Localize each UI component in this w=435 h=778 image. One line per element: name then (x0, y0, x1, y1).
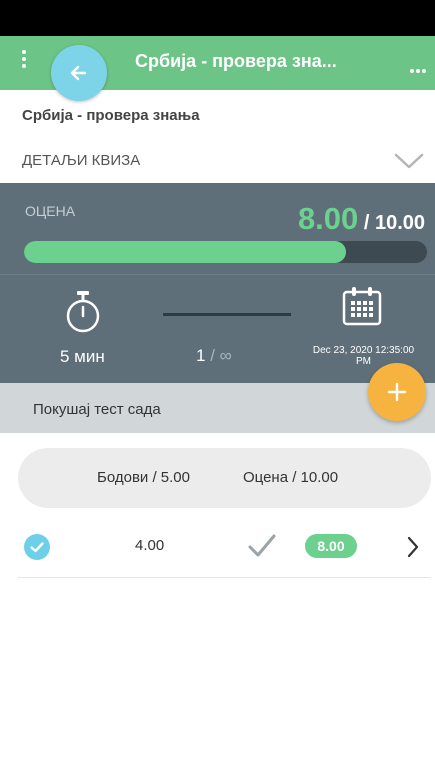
try-test-now-label: Покушај тест сада (33, 401, 161, 418)
add-attempt-button[interactable] (368, 363, 426, 421)
checkmark-icon (248, 534, 276, 557)
check-circle-icon (24, 534, 50, 560)
grade-max: / 10.00 (358, 212, 425, 234)
stopwatch-icon (66, 291, 100, 333)
status-bar (0, 0, 435, 36)
kebab-horizontal-icon[interactable] (410, 60, 428, 73)
back-button[interactable] (51, 45, 107, 101)
grade-progress-fill (24, 241, 347, 263)
grade-column-header: Оцена / 10.00 (243, 469, 339, 486)
grade-progress-bar (24, 241, 427, 263)
attempts-separator: / (205, 346, 220, 365)
quiz-name: Србија - провера знања (22, 107, 200, 124)
grade-score: 8.00 (297, 201, 359, 236)
attempts-progress-line (163, 313, 291, 316)
arrow-left-icon (70, 65, 87, 81)
quiz-details-toggle[interactable]: ДЕТАЉИ КВИЗА (0, 138, 435, 182)
chevron-right-icon[interactable] (405, 534, 421, 560)
plus-icon (387, 382, 407, 402)
chevron-down-icon (394, 153, 424, 169)
duration-text: 5 мин (60, 347, 105, 366)
quiz-details-label: ДЕТАЉИ КВИЗА (22, 152, 141, 169)
table-row[interactable]: 4.00 8.00 (0, 522, 435, 572)
row-divider (18, 577, 431, 578)
grade-label: ОЦЕНА (25, 203, 76, 219)
grade-badge: 8.00 (305, 534, 357, 558)
results-header: Бодови / 5.00 Оцена / 10.00 (18, 448, 431, 508)
app-title: Србија - провера зна... (135, 51, 337, 71)
grade-panel: ОЦЕНА 8.00 / 10.00 5 мин 1 / ∞ Dec 23, 2… (0, 183, 435, 383)
row-points: 4.00 (135, 537, 165, 554)
kebab-vertical-icon[interactable] (20, 50, 28, 74)
attempts-max: ∞ (219, 346, 232, 365)
grade-value: 8.00 / 10.00 (298, 201, 425, 237)
calendar-icon (342, 287, 382, 326)
panel-divider (0, 274, 435, 275)
points-column-header: Бодови / 5.00 (97, 469, 190, 486)
attempts-text: 1 / ∞ (196, 346, 232, 366)
date-line-1: Dec 23, 2020 12:35:00 (312, 345, 415, 356)
